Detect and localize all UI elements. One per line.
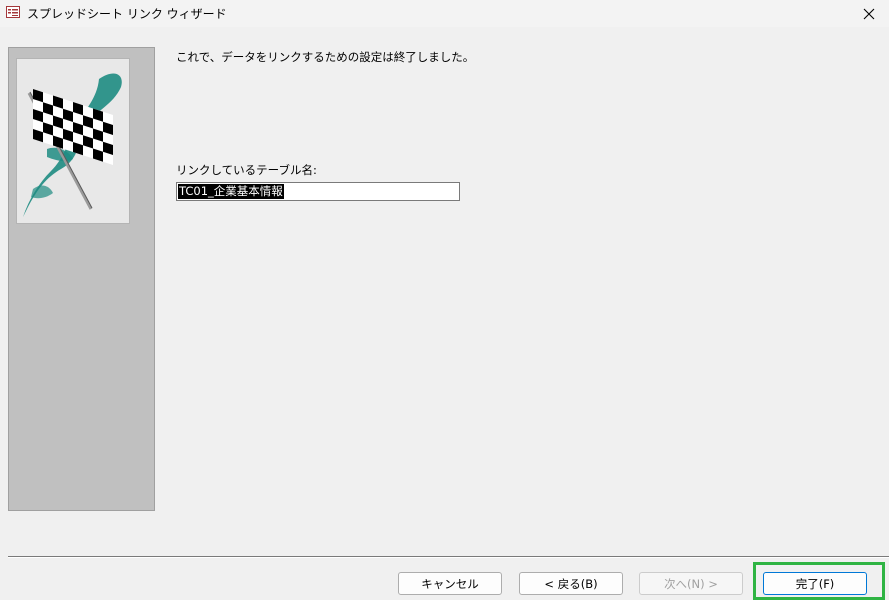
footer-separator — [8, 556, 889, 558]
wizard-side-panel — [8, 47, 155, 511]
next-button[interactable]: 次へ(N) > — [639, 572, 743, 595]
close-button[interactable] — [849, 0, 889, 27]
checkered-flag-image — [16, 58, 130, 224]
back-button[interactable]: < 戻る(B) — [519, 572, 623, 595]
cancel-button[interactable]: キャンセル — [398, 572, 502, 595]
table-name-label: リンクしているテーブル名: — [176, 163, 317, 177]
checkered-flag-icon — [23, 73, 122, 218]
window-title: スプレッドシート リンク ウィザード — [27, 7, 227, 21]
table-name-value: TC01_企業基本情報 — [178, 184, 284, 199]
title-bar: スプレッドシート リンク ウィザード — [0, 0, 889, 27]
finish-button-highlight — [753, 562, 885, 600]
access-form-icon — [6, 6, 20, 18]
completion-message: これで、データをリンクするための設定は終了しました。 — [176, 50, 475, 64]
wizard-window: スプレッドシート リンク ウィザード これで、データをリンクするための設定は終了… — [0, 0, 889, 600]
close-icon — [863, 8, 875, 19]
table-name-input[interactable]: TC01_企業基本情報 — [176, 182, 460, 201]
